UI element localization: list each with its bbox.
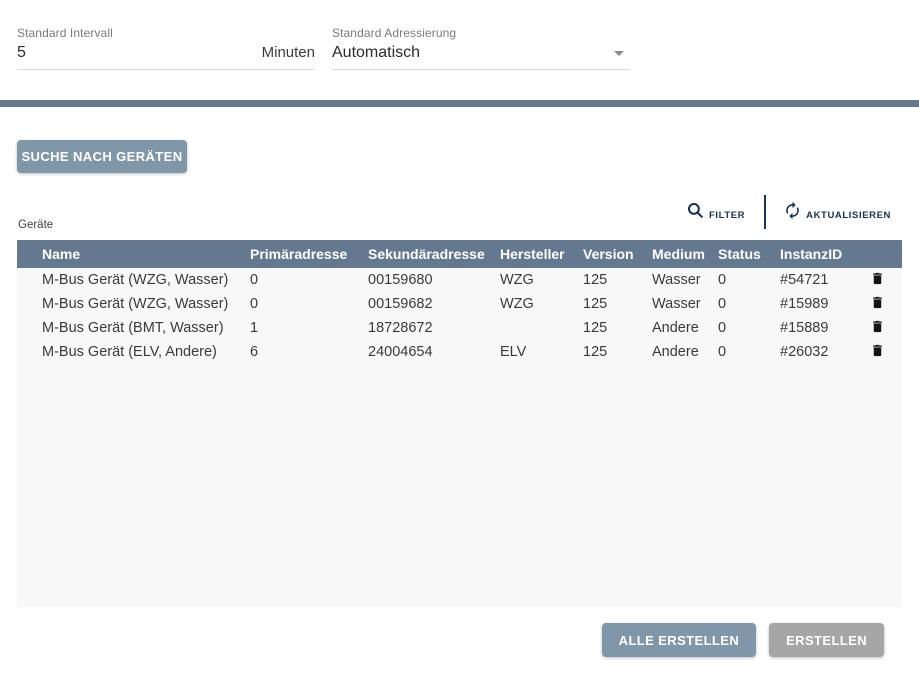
cell-secondary-address: 24004654 xyxy=(368,344,500,360)
table-row: M-Bus Gerät (BMT, Wasser) 1 18728672 125… xyxy=(17,316,902,340)
cell-secondary-address: 18728672 xyxy=(368,320,500,336)
cell-status: 0 xyxy=(718,296,780,312)
cell-primary-address: 0 xyxy=(250,272,368,288)
cell-status: 0 xyxy=(718,344,780,360)
cell-version: 125 xyxy=(583,320,652,336)
filter-button[interactable]: FILTER xyxy=(682,201,749,223)
column-header-name: Name xyxy=(17,246,250,262)
column-header-secondary-address: Sekundäradresse xyxy=(368,246,500,262)
devices-table: Name Primäradresse Sekundäradresse Herst… xyxy=(17,240,902,607)
cell-medium: Andere xyxy=(652,344,718,360)
refresh-button[interactable]: AKTUALISIEREN xyxy=(779,201,895,223)
delete-device-button[interactable] xyxy=(862,293,892,315)
create-all-button[interactable]: ALLE ERSTELLEN xyxy=(602,623,756,657)
cell-primary-address: 1 xyxy=(250,320,368,336)
standard-addressing-field: Standard Adressierung Automatisch xyxy=(332,26,630,70)
cell-status: 0 xyxy=(718,320,780,336)
standard-interval-suffix: Minuten xyxy=(262,44,315,61)
trash-icon xyxy=(870,294,885,314)
cell-version: 125 xyxy=(583,296,652,312)
delete-device-button[interactable] xyxy=(862,341,892,363)
column-header-manufacturer: Hersteller xyxy=(500,246,583,262)
search-devices-button[interactable]: SUCHE NACH GERÄTEN xyxy=(17,140,187,173)
footer-actions: ALLE ERSTELLEN ERSTELLEN xyxy=(602,623,884,657)
cell-medium: Andere xyxy=(652,320,718,336)
delete-device-button[interactable] xyxy=(862,317,892,339)
cell-secondary-address: 00159680 xyxy=(368,272,500,288)
refresh-label: AKTUALISIEREN xyxy=(806,210,891,223)
column-header-medium: Medium xyxy=(652,246,718,262)
column-header-version: Version xyxy=(583,246,652,262)
standard-interval-label: Standard Intervall xyxy=(17,26,315,40)
column-header-primary-address: Primäradresse xyxy=(250,246,368,262)
cell-medium: Wasser xyxy=(652,272,718,288)
cell-status: 0 xyxy=(718,272,780,288)
column-header-instance-id: InstanzID xyxy=(780,246,857,262)
cell-manufacturer: ELV xyxy=(500,344,583,360)
cell-instance-id: #26032 xyxy=(780,344,857,360)
cell-name: M-Bus Gerät (WZG, Wasser) xyxy=(17,272,250,288)
cell-instance-id: #54721 xyxy=(780,272,857,288)
refresh-icon xyxy=(783,201,802,223)
cell-primary-address: 6 xyxy=(250,344,368,360)
cell-secondary-address: 00159682 xyxy=(368,296,500,312)
search-icon xyxy=(686,201,705,223)
cell-version: 125 xyxy=(583,344,652,360)
trash-icon xyxy=(870,318,885,338)
column-header-status: Status xyxy=(718,246,780,262)
standard-addressing-value: Automatisch xyxy=(332,44,420,62)
cell-primary-address: 0 xyxy=(250,296,368,312)
cell-manufacturer: WZG xyxy=(500,272,583,288)
chevron-down-icon xyxy=(614,51,624,56)
filter-label: FILTER xyxy=(709,210,745,223)
cell-instance-id: #15889 xyxy=(780,320,857,336)
table-body: M-Bus Gerät (WZG, Wasser) 0 00159680 WZG… xyxy=(17,268,902,607)
cell-instance-id: #15989 xyxy=(780,296,857,312)
standard-addressing-select[interactable]: Automatisch xyxy=(332,44,630,62)
trash-icon xyxy=(870,342,885,362)
table-row: M-Bus Gerät (WZG, Wasser) 0 00159680 WZG… xyxy=(17,268,902,292)
standard-interval-field: Standard Intervall Minuten xyxy=(17,26,315,70)
delete-device-button[interactable] xyxy=(862,269,892,291)
table-row: M-Bus Gerät (WZG, Wasser) 0 00159682 WZG… xyxy=(17,292,902,316)
cell-name: M-Bus Gerät (BMT, Wasser) xyxy=(17,320,250,336)
cell-name: M-Bus Gerät (WZG, Wasser) xyxy=(17,296,250,312)
cell-version: 125 xyxy=(583,272,652,288)
table-caption: Geräte xyxy=(18,219,53,231)
cell-name: M-Bus Gerät (ELV, Andere) xyxy=(17,344,250,360)
trash-icon xyxy=(870,270,885,290)
cell-medium: Wasser xyxy=(652,296,718,312)
cell-manufacturer: WZG xyxy=(500,296,583,312)
standard-addressing-label: Standard Adressierung xyxy=(332,26,630,40)
create-button[interactable]: ERSTELLEN xyxy=(769,623,884,657)
table-row: M-Bus Gerät (ELV, Andere) 6 24004654 ELV… xyxy=(17,340,902,364)
section-divider xyxy=(0,100,919,107)
table-header-row: Name Primäradresse Sekundäradresse Herst… xyxy=(17,240,902,268)
toolbar-separator xyxy=(764,195,766,229)
table-toolbar: FILTER AKTUALISIEREN xyxy=(682,194,895,230)
standard-interval-input[interactable] xyxy=(17,44,217,62)
device-settings-page: Standard Intervall Minuten Standard Adre… xyxy=(0,0,919,692)
